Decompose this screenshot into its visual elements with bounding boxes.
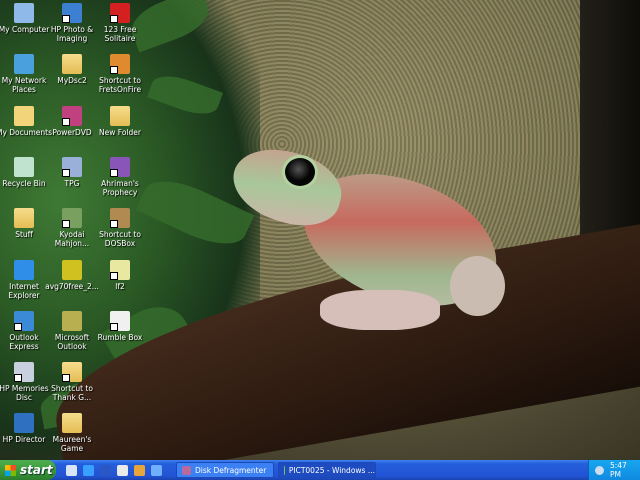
mahjong-icon xyxy=(62,208,82,229)
folder-icon xyxy=(14,208,34,229)
desktop-icon[interactable]: Shortcut to Thank G... xyxy=(42,362,102,402)
desktop-icon-label: My Network Places xyxy=(1,76,47,95)
folder-icon xyxy=(62,54,82,75)
picture-viewer-icon xyxy=(284,465,285,475)
installer-icon xyxy=(62,259,82,280)
desktop-icon-label: HP Director xyxy=(2,435,46,445)
desktop-icon-label: MyDsc2 xyxy=(57,76,87,86)
cards-icon xyxy=(110,3,130,23)
desktop-icon[interactable]: 123 Free Solitaire xyxy=(90,3,150,43)
desktop-icon[interactable]: Maureen's Game xyxy=(42,413,102,453)
desktop-icon[interactable]: Rumble Box xyxy=(90,310,150,342)
desktop-icon-label: Internet Explorer xyxy=(8,281,40,300)
desktop-icon[interactable]: New Folder xyxy=(90,105,150,137)
desktop-icon-label: Outlook Express xyxy=(9,332,39,351)
start-label: start xyxy=(20,463,53,477)
dvd-icon xyxy=(62,105,82,126)
outlook-icon xyxy=(62,310,82,331)
desktop-icon-label: Shortcut to FretsOnFire xyxy=(98,76,142,95)
desktop-icon-label: Recycle Bin xyxy=(2,178,46,188)
winamp-icon[interactable] xyxy=(134,464,145,476)
desktop-icon-label: Rumble Box xyxy=(97,332,143,342)
taskbar-button-label: Disk Defragmenter xyxy=(195,465,267,475)
taskbar-button[interactable]: Disk Defragmenter xyxy=(176,462,274,478)
desktop-icon-label: 123 Free Solitaire xyxy=(103,25,137,43)
folder-icon xyxy=(62,362,82,383)
rumble-box-icon xyxy=(110,310,130,331)
desktop-icon[interactable]: Shortcut to DOSBox xyxy=(90,208,150,248)
taskbar: start Disk Defragmenter PICT0025 - Window… xyxy=(0,460,640,480)
desktop-icon[interactable]: Shortcut to FretsOnFire xyxy=(90,54,150,94)
desktop-icon-label: Microsoft Outlook xyxy=(54,332,90,351)
folder-icon xyxy=(62,413,82,434)
desktop-icon-label: HP Photo & Imaging xyxy=(50,25,94,43)
dosbox-icon xyxy=(110,208,130,229)
desktop-icon-label: Shortcut to DOSBox xyxy=(99,230,141,249)
desktop-icon-label: New Folder xyxy=(99,127,141,137)
quick-launch-bar xyxy=(66,464,176,476)
desktop-icon-label: Maureen's Game xyxy=(52,435,92,454)
desktop-icon-label: Shortcut to Thank G... xyxy=(51,384,93,403)
desktop-icon-label: PowerDVD xyxy=(52,127,92,137)
outlook-express-icon xyxy=(14,310,34,331)
show-desktop-icon[interactable] xyxy=(66,464,77,476)
defrag-icon xyxy=(182,465,191,475)
windows-logo-icon xyxy=(5,464,16,476)
hp-director-icon xyxy=(14,413,34,434)
system-tray: 5:47 PM xyxy=(588,460,640,480)
clock[interactable]: 5:47 PM xyxy=(610,461,640,479)
desktop-icon-label: Ahriman's Prophecy xyxy=(101,178,139,197)
hp-photo-icon xyxy=(62,3,82,23)
media-player-icon[interactable] xyxy=(117,464,128,476)
desktop-icon-label: Kyodai Mahjon... xyxy=(54,230,90,249)
taskbar-button-label: PICT0025 - Windows ... xyxy=(288,465,375,475)
desktop-icon-label: lf2 xyxy=(115,281,125,291)
start-button[interactable]: start xyxy=(0,460,56,480)
folder-icon xyxy=(110,105,130,126)
guitar-icon xyxy=(110,54,130,75)
computer-icon xyxy=(14,3,34,23)
recycle-bin-icon xyxy=(14,156,34,177)
word-icon[interactable] xyxy=(100,464,111,476)
internet-explorer-icon xyxy=(14,259,34,280)
taskbar-button[interactable]: PICT0025 - Windows ... xyxy=(278,462,376,478)
lf2-icon xyxy=(110,259,130,280)
desktop-icon-label: Stuff xyxy=(15,230,33,240)
internet-explorer-icon[interactable] xyxy=(83,464,94,476)
game-icon xyxy=(110,156,130,177)
network-tray-icon[interactable] xyxy=(595,465,604,475)
hp-memories-icon xyxy=(14,362,34,383)
network-icon xyxy=(14,54,34,75)
desktop-icon[interactable]: lf2 xyxy=(90,259,150,291)
desktop-icon[interactable]: Ahriman's Prophecy xyxy=(90,156,150,197)
documents-icon xyxy=(14,105,34,126)
tpg-icon xyxy=(62,156,82,177)
desktop-icon-label: TPG xyxy=(64,178,80,188)
messenger-icon[interactable] xyxy=(151,464,162,476)
